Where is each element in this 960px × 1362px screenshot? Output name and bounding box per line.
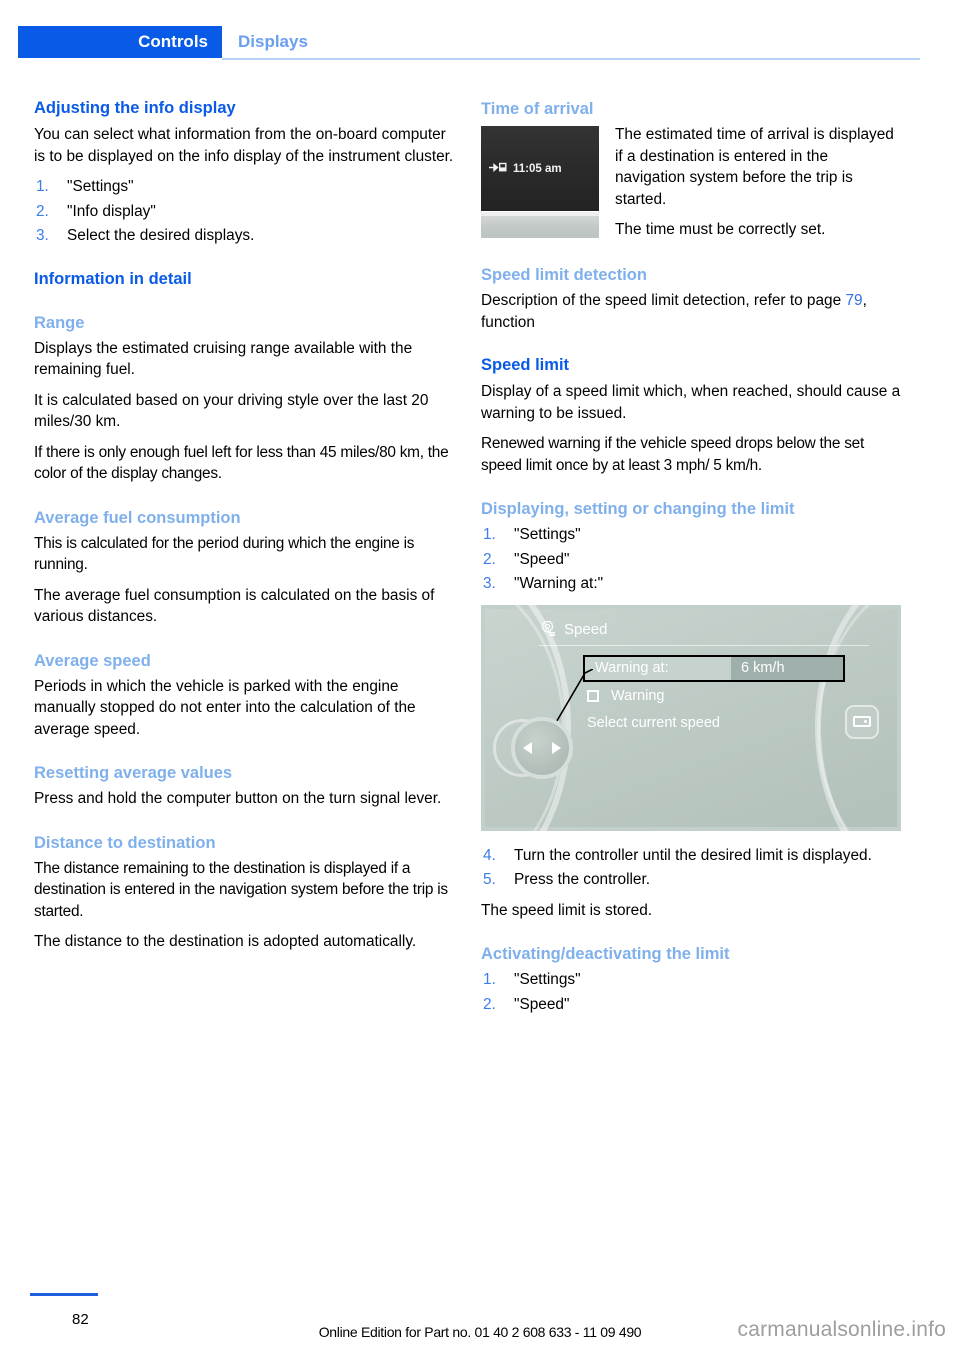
paragraph-adjusting-info-display: You can select what information from the… (34, 126, 454, 165)
paragraph-speed-limit-1: Display of a speed limit which, when rea… (481, 383, 901, 422)
idrive-select-current-speed[interactable]: Select current speed (587, 715, 720, 731)
heading-activating-deactivating: Activating/deactivating the limit (481, 945, 730, 963)
step-text: "Info display" (67, 202, 156, 220)
step-text: Press the controller. (514, 871, 651, 888)
step-number: 2. (36, 202, 49, 220)
step-number: 3. (36, 227, 49, 244)
arrival-display-figure: 11:05 am (481, 126, 599, 238)
tab-controls[interactable]: Controls (18, 26, 222, 58)
page-header: Controls Displays (0, 26, 960, 60)
step-text: "Settings" (514, 526, 581, 543)
paragraph-speed-limit-2: Renewed warning if the vehicle speed dro… (481, 435, 864, 474)
list-item: 3. Select the desired displays. (34, 225, 454, 247)
steps-after-figure: 4. Turn the controller until the desired … (481, 845, 901, 891)
idrive-warning-at-row[interactable]: Warning at: 6 km/h (583, 654, 845, 682)
heading-displaying-setting-changing: Displaying, setting or changing the limi… (481, 500, 795, 518)
heading-distance-to-destination: Distance to destination (34, 833, 216, 852)
idrive-screen-body: Speed Warning at: 6 km/h Warning Select … (481, 604, 901, 831)
list-item: 5. Press the controller. (481, 869, 901, 891)
list-item: 2. "Speed" (481, 994, 901, 1016)
heading-resetting-average-values: Resetting average values (34, 764, 233, 782)
right-column: Time of arrival 11:05 am The estimated t… (481, 98, 901, 1024)
arrival-reflection (481, 212, 599, 238)
step-text: "Settings" (514, 971, 581, 988)
idrive-title-label: Speed (564, 620, 608, 638)
list-item: 1. "Settings" (34, 176, 454, 198)
idrive-screen-figure: Speed Warning at: 6 km/h Warning Select … (481, 604, 901, 831)
destination-flag-icon (489, 162, 511, 176)
paragraph-distance-2: The distance to the destination is adopt… (34, 933, 417, 950)
paragraph-avg-fuel-2: The average fuel consumption is calculat… (34, 586, 435, 626)
paragraph-range-3: If there is only enough fuel left for le… (34, 443, 449, 483)
paragraph-speed-limit-stored: The speed limit is stored. (481, 901, 653, 919)
list-item: 4. Turn the controller until the desired … (481, 845, 901, 867)
tab-displays[interactable]: Displays (238, 26, 308, 58)
screen-icon (853, 716, 871, 727)
header-divider (222, 58, 920, 60)
paragraph-avg-speed-1: Periods in which the vehicle is parked w… (34, 677, 416, 738)
idrive-warning-at-label: Warning at: (585, 656, 731, 680)
paragraph-resetting-1: Press and hold the computer button on th… (34, 790, 442, 807)
step-text: Turn the controller until the desired li… (514, 846, 872, 864)
step-number: 1. (483, 971, 496, 988)
checkbox-icon[interactable] (587, 689, 599, 702)
list-item: 1. "Settings" (481, 969, 901, 991)
arrival-display-panel: 11:05 am (481, 126, 599, 211)
heading-average-fuel-consumption: Average fuel consumption (34, 508, 241, 527)
steps-adjusting-info-display: 1. "Settings" 2. "Info display" 3. Select t… (34, 176, 454, 247)
step-number: 1. (483, 526, 496, 543)
list-item: 2. "Info display" (34, 201, 454, 223)
arrival-text: The estimated time of arrival is display… (615, 124, 901, 241)
step-number: 5. (483, 871, 496, 888)
heading-speed-limit: Speed limit (481, 356, 570, 374)
arrow-left-icon (523, 741, 532, 754)
heading-time-of-arrival: Time of arrival (481, 100, 594, 118)
list-item: 3. "Warning at:" (481, 573, 901, 595)
step-number: 2. (483, 550, 496, 568)
idrive-title-bar: Speed (539, 619, 607, 640)
steps-displaying-limit: 1. "Settings" 2. "Speed" 3. "Warning at:" (481, 524, 901, 595)
heading-range: Range (34, 313, 85, 332)
list-item: 1. "Settings" (481, 524, 901, 546)
paragraph-range-2: It is calculated based on your driving s… (34, 391, 429, 431)
page-reference-link[interactable]: 79 (845, 292, 862, 309)
step-number: 1. (36, 178, 49, 195)
paragraph-speed-limit-detection: Description of the speed limit detection… (481, 290, 901, 333)
footer-divider (30, 1293, 98, 1296)
step-text: "Settings" (67, 178, 134, 195)
left-column: Adjusting the info display You can selec… (34, 98, 454, 962)
idrive-warning-at-value[interactable]: 6 km/h (731, 656, 843, 680)
step-text: "Warning at:" (514, 575, 604, 592)
controller-knob[interactable] (511, 716, 573, 779)
arrow-right-icon (552, 741, 561, 754)
watermark: carmanualsonline.info (737, 1318, 946, 1341)
step-number: 4. (483, 846, 496, 864)
heading-speed-limit-detection: Speed limit detection (481, 266, 647, 284)
step-text: Select the desired displays. (67, 227, 255, 244)
step-number: 2. (483, 995, 496, 1013)
paragraph-arrival-2: The time must be correctly set. (615, 221, 826, 238)
time-of-arrival-block: 11:05 am The estimated time of arrival i… (481, 124, 901, 242)
paragraph-range-1: Displays the estimated cruising range av… (34, 339, 413, 379)
step-text: "Speed" (514, 550, 570, 568)
idrive-warning-checkbox-label: Warning (611, 687, 665, 704)
gear-icon (539, 619, 556, 640)
heading-average-speed: Average speed (34, 651, 151, 670)
idrive-title-divider (539, 644, 869, 646)
paragraph-distance-1: The distance remaining to the destinatio… (34, 859, 448, 920)
heading-adjusting-info-display: Adjusting the info display (34, 99, 236, 117)
heading-information-in-detail: Information in detail (34, 269, 192, 288)
arrival-clock-readout: 11:05 am (489, 162, 562, 176)
idrive-warning-checkbox-row[interactable]: Warning (587, 688, 664, 704)
refer-text-before: Description of the speed limit detection… (481, 292, 846, 309)
display-button[interactable] (845, 704, 879, 739)
step-number: 3. (483, 575, 496, 592)
step-text: "Speed" (514, 995, 570, 1013)
paragraph-avg-fuel-1: This is calculated for the period during… (34, 534, 415, 574)
paragraph-arrival-1: The estimated time of arrival is display… (615, 126, 894, 208)
list-item: 2. "Speed" (481, 549, 901, 571)
steps-activating-limit: 1. "Settings" 2. "Speed" (481, 969, 901, 1015)
arrival-time-value: 11:05 am (513, 163, 562, 175)
